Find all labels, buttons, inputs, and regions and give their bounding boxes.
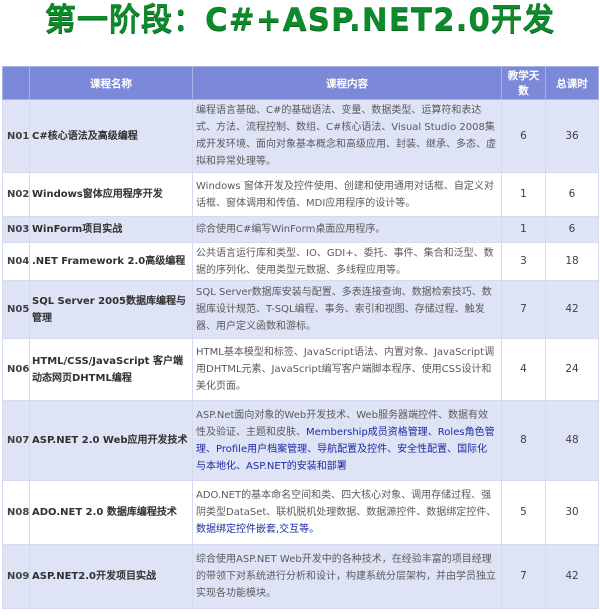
table-row: N08 ADO.NET 2.0 数据库编程技术 ADO.NET的基本命名空间和类… — [2, 480, 599, 545]
table-row: N03 WinForm项目实战 综合使用C#编写WinForm桌面应用程序。 1… — [2, 216, 599, 243]
row-course-name: Windows窗体应用程序开发 — [29, 172, 193, 217]
table-row: N07 ASP.NET 2.0 Web应用开发技术 ASP.Net面向对象的We… — [2, 400, 599, 481]
row-code: N01 — [2, 99, 30, 173]
row-hours: 6 — [545, 172, 599, 217]
table-row: N04 .NET Framework 2.0高级编程 公共语言运行库和类型、IO… — [2, 242, 599, 281]
row-days: 5 — [501, 480, 546, 545]
row-days: 6 — [501, 99, 546, 173]
table-row: N05 SQL Server 2005数据库编程与管理 SQL Server数据… — [2, 280, 599, 339]
row-course-name: HTML/CSS/JavaScript 客户端动态网页DHTML编程 — [29, 338, 193, 401]
header-course-name: 课程名称 — [29, 66, 193, 100]
row-course-content: 公共语言运行库和类型、IO、GDI+、委托、事件、集合和泛型、数据的序列化、使用… — [192, 242, 502, 281]
row-days: 7 — [501, 544, 546, 609]
row-hours: 36 — [545, 99, 599, 173]
row-hours: 42 — [545, 544, 599, 609]
row-course-content: ADO.NET的基本命名空间和类、四大核心对象、调用存储过程、强阴类型DataS… — [192, 480, 502, 545]
table-row: N06 HTML/CSS/JavaScript 客户端动态网页DHTML编程 H… — [2, 338, 599, 401]
row-code: N04 — [2, 242, 30, 281]
row-hours: 42 — [545, 280, 599, 339]
page-title: 第一阶段：C#+ASP.NET2.0开发 — [44, 2, 555, 38]
row-course-content: SQL Server数据库安装与配置、多表连接查询、数据检索技巧、数据库设计规范… — [192, 280, 502, 339]
header-total-hours: 总课时 — [545, 66, 599, 100]
row-code: N05 — [2, 280, 30, 339]
row-code: N09 — [2, 544, 30, 609]
row-course-name: ASP.NET2.0开发项目实战 — [29, 544, 193, 609]
row-course-content: 综合使用ASP.NET Web开发中的各种技术，在经验丰富的项目经理的带领下对系… — [192, 544, 502, 609]
content-text: ADO.NET的基本命名空间和类、四大核心对象、调用存储过程、强阴类型DataS… — [196, 490, 497, 518]
row-code: N03 — [2, 216, 30, 243]
row-days: 7 — [501, 280, 546, 339]
row-code: N02 — [2, 172, 30, 217]
table-header-row: 课程名称 课程内容 教学天数 总课时 — [2, 66, 599, 100]
row-hours: 18 — [545, 242, 599, 281]
row-course-name: ASP.NET 2.0 Web应用开发技术 — [29, 400, 193, 481]
row-days: 4 — [501, 338, 546, 401]
row-hours: 6 — [545, 216, 599, 243]
row-code: N07 — [2, 400, 30, 481]
header-teaching-days: 教学天数 — [501, 66, 546, 100]
row-course-name: ADO.NET 2.0 数据库编程技术 — [29, 480, 193, 545]
row-hours: 30 — [545, 480, 599, 545]
table-row: N09 ASP.NET2.0开发项目实战 综合使用ASP.NET Web开发中的… — [2, 544, 599, 609]
row-days: 1 — [501, 172, 546, 217]
row-course-name: .NET Framework 2.0高级编程 — [29, 242, 193, 281]
course-table: 课程名称 课程内容 教学天数 总课时 N01 C#核心语法及高级编程 编程语言基… — [2, 66, 599, 609]
row-course-content: Windows 窗体开发及控件使用、创建和使用通用对话框、自定义对话框、窗体调用… — [192, 172, 502, 217]
row-course-name: SQL Server 2005数据库编程与管理 — [29, 280, 193, 339]
row-code: N08 — [2, 480, 30, 545]
row-course-content: ASP.Net面向对象的Web开发技术、Web服务器端控件、数据有效性及验证、主… — [192, 400, 502, 481]
row-hours: 48 — [545, 400, 599, 481]
row-days: 8 — [501, 400, 546, 481]
row-days: 1 — [501, 216, 546, 243]
row-course-content: 综合使用C#编写WinForm桌面应用程序。 — [192, 216, 502, 243]
row-course-content: HTML基本模型和标签、JavaScript语法、内置对象、JavaScript… — [192, 338, 502, 401]
header-code — [2, 66, 30, 100]
row-code: N06 — [2, 338, 30, 401]
table-row: N02 Windows窗体应用程序开发 Windows 窗体开发及控件使用、创建… — [2, 172, 599, 217]
content-highlight: 数据绑定控件嵌套,交互等。 — [196, 524, 320, 535]
row-course-name: WinForm项目实战 — [29, 216, 193, 243]
row-course-name: C#核心语法及高级编程 — [29, 99, 193, 173]
row-days: 3 — [501, 242, 546, 281]
row-hours: 24 — [545, 338, 599, 401]
row-course-content: 编程语言基础、C#的基础语法、变量、数据类型、运算符和表达式、方法、流程控制、数… — [192, 99, 502, 173]
header-course-content: 课程内容 — [192, 66, 502, 100]
table-row: N01 C#核心语法及高级编程 编程语言基础、C#的基础语法、变量、数据类型、运… — [2, 99, 599, 173]
